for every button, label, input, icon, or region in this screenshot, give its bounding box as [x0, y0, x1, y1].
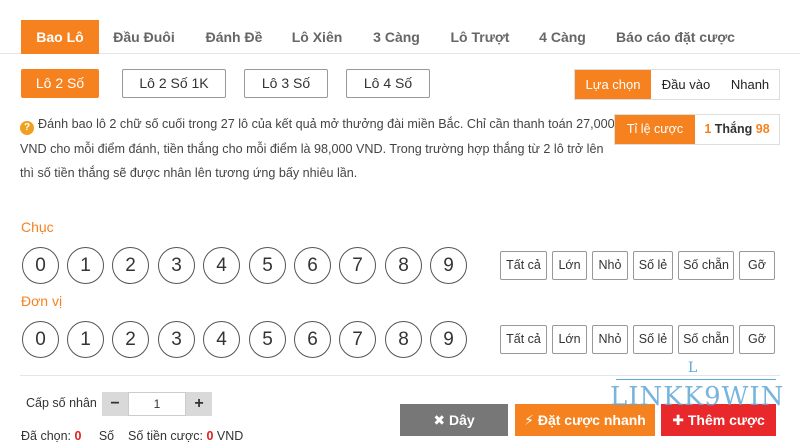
odds-word: Thắng	[714, 122, 753, 136]
tab-bao-cao[interactable]: Báo cáo đặt cược	[608, 20, 743, 54]
plus-button[interactable]: +	[186, 392, 212, 416]
quick-chuc-clear[interactable]: Gỡ	[739, 251, 775, 280]
ball-donvi-9[interactable]: 9	[430, 321, 467, 358]
quick-bet-label: Đặt cược nhanh	[537, 412, 646, 428]
odds-label: Tỉ lệ cược	[615, 115, 695, 144]
odds-box: Tỉ lệ cược 1 Thắng 98	[614, 114, 780, 145]
ball-donvi-4[interactable]: 4	[203, 321, 240, 358]
ball-chuc-7[interactable]: 7	[339, 247, 376, 284]
quick-chuc-small[interactable]: Nhỏ	[592, 251, 628, 280]
quick-donvi-even[interactable]: Số chẵn	[678, 325, 734, 354]
quick-donvi-big[interactable]: Lớn	[552, 325, 587, 354]
ball-donvi-3[interactable]: 3	[158, 321, 195, 358]
tab-dau-duoi[interactable]: Đầu Đuôi	[104, 20, 184, 54]
minus-button[interactable]: −	[102, 392, 128, 416]
ball-chuc-0[interactable]: 0	[22, 247, 59, 284]
quick-chuc-even[interactable]: Số chẵn	[678, 251, 734, 280]
quick-donvi-all[interactable]: Tất cả	[500, 325, 547, 354]
tab-3-cang[interactable]: 3 Càng	[364, 20, 429, 54]
amount-label: Số tiền cược:	[128, 429, 203, 443]
subtab-lo-2-so[interactable]: Lô 2 Số	[21, 69, 99, 98]
odds-win: 98	[755, 122, 770, 136]
selected-unit: Số	[98, 429, 115, 443]
ball-donvi-2[interactable]: 2	[112, 321, 149, 358]
plus-icon: ✚	[672, 412, 684, 428]
ball-donvi-7[interactable]: 7	[339, 321, 376, 358]
tab-lo-truot[interactable]: Lô Trượt	[442, 20, 518, 54]
ball-chuc-9[interactable]: 9	[430, 247, 467, 284]
ball-donvi-8[interactable]: 8	[385, 321, 422, 358]
watermark-top: L	[688, 360, 698, 376]
multiplier-stepper: − +	[102, 392, 212, 416]
quick-donvi-small[interactable]: Nhỏ	[592, 325, 628, 354]
tab-bao-lo[interactable]: Bao Lô	[21, 20, 99, 54]
ball-donvi-6[interactable]: 6	[294, 321, 331, 358]
ball-chuc-2[interactable]: 2	[112, 247, 149, 284]
mode-nhanh[interactable]: Nhanh	[721, 70, 779, 99]
subtab-lo-2-so-1k[interactable]: Lô 2 Số 1K	[122, 69, 226, 98]
mode-lua-chon[interactable]: Lựa chọn	[575, 70, 651, 99]
bet-summary: Đã chọn: 0 Số Số tiền cược: 0 VND	[21, 429, 243, 443]
quick-donvi-clear[interactable]: Gỡ	[739, 325, 775, 354]
odds-value: 1 Thắng 98	[695, 115, 779, 144]
tab-danh-de[interactable]: Đánh Đề	[196, 20, 272, 54]
watermark: L LINKK9WIN	[608, 360, 788, 412]
multiplier-input[interactable]	[128, 392, 186, 416]
tab-lo-xien[interactable]: Lô Xiên	[283, 20, 351, 54]
description-text: Đánh bao lô 2 chữ số cuối trong 27 lô củ…	[20, 117, 615, 180]
quick-chuc-big[interactable]: Lớn	[552, 251, 587, 280]
ball-chuc-8[interactable]: 8	[385, 247, 422, 284]
ball-donvi-5[interactable]: 5	[249, 321, 286, 358]
watermark-text: LINKK9WIN	[610, 382, 785, 412]
odds-bet: 1	[704, 122, 712, 136]
quick-chuc-all[interactable]: Tất cả	[500, 251, 547, 280]
game-description: ? Đánh bao lô 2 chữ số cuối trong 27 lô c…	[20, 112, 615, 186]
ball-chuc-5[interactable]: 5	[249, 247, 286, 284]
multiplier-label: Cấp số nhân	[26, 396, 97, 410]
close-icon: ✖	[433, 412, 446, 428]
tab-4-cang[interactable]: 4 Càng	[530, 20, 595, 54]
add-bet-label: Thêm cược	[687, 412, 765, 428]
ball-chuc-6[interactable]: 6	[294, 247, 331, 284]
clear-label: Dây	[448, 412, 475, 428]
row-label-don-vi: Đơn vị	[21, 293, 63, 309]
selected-label: Đã chọn:	[21, 429, 72, 443]
amount-value: 0	[206, 429, 214, 443]
watermark-line	[616, 379, 776, 380]
lightning-icon: ⚡	[524, 412, 534, 428]
ball-chuc-1[interactable]: 1	[67, 247, 104, 284]
clear-button[interactable]: ✖ Dây	[400, 404, 508, 436]
question-icon: ?	[20, 121, 34, 135]
ball-donvi-0[interactable]: 0	[22, 321, 59, 358]
quick-donvi-odd[interactable]: Số lẻ	[633, 325, 673, 354]
game-tabs: Bao Lô Đầu Đuôi Đánh Đề Lô Xiên 3 Càng L…	[0, 20, 800, 54]
quick-chuc-odd[interactable]: Số lẻ	[633, 251, 673, 280]
ball-chuc-3[interactable]: 3	[158, 247, 195, 284]
ball-donvi-1[interactable]: 1	[67, 321, 104, 358]
selected-count: 0	[74, 429, 82, 443]
ball-chuc-4[interactable]: 4	[203, 247, 240, 284]
amount-unit: VND	[216, 429, 244, 443]
subtab-lo-3-so[interactable]: Lô 3 Số	[244, 69, 328, 98]
subtab-lo-4-so[interactable]: Lô 4 Số	[346, 69, 430, 98]
input-mode-group: Lựa chọn Đầu vào Nhanh	[574, 69, 780, 100]
row-label-chuc: Chục	[21, 219, 54, 235]
mode-dau-vao[interactable]: Đầu vào	[651, 70, 721, 99]
